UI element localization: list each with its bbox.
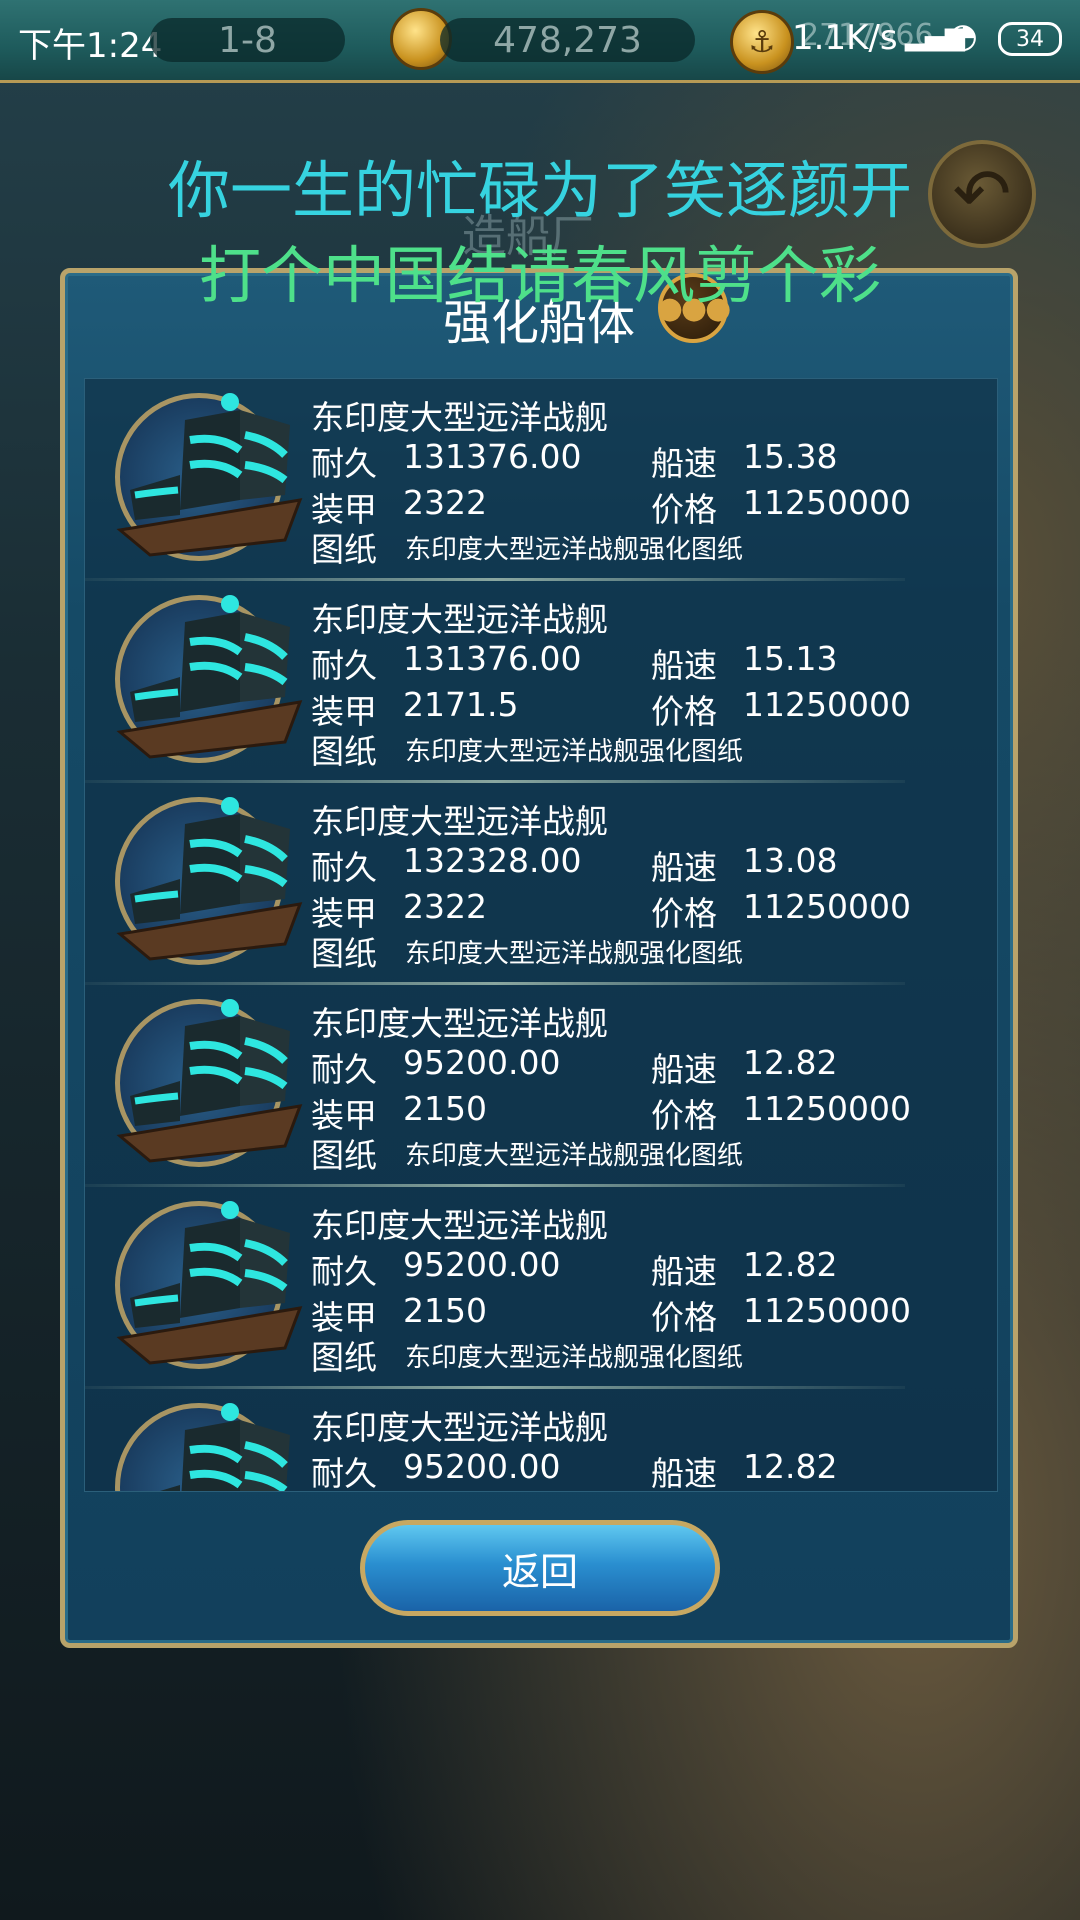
ship-name: 东印度大型远洋战舰 (311, 1004, 608, 1043)
battery-icon: 34 (998, 22, 1062, 56)
durability-label: 耐久 (311, 444, 377, 483)
battery-level: 34 (1016, 26, 1044, 52)
speed-value: 12.82 (743, 1043, 838, 1082)
ship-name: 东印度大型远洋战舰 (311, 1408, 608, 1447)
durability-label: 耐久 (311, 1252, 377, 1291)
ship-list[interactable]: 东印度大型远洋战舰 耐久 131376.00 船速 15.38 装甲 2322 … (84, 378, 998, 1492)
armor-value: 2150 (403, 1089, 487, 1128)
return-button-label: 返回 (501, 1549, 578, 1594)
ship-row[interactable]: 东印度大型远洋战舰 耐久 132328.00 船速 13.08 装甲 2322 … (85, 783, 997, 985)
durability-label: 耐久 (311, 848, 377, 887)
price-value: 11250000 (743, 887, 911, 926)
durability-value: 95200.00 (403, 1043, 561, 1082)
price-label: 价格 (651, 490, 717, 529)
speed-label: 船速 (651, 1252, 717, 1291)
armor-value: 2171.5 (403, 685, 519, 724)
durability-label: 耐久 (311, 646, 377, 685)
price-label: 价格 (651, 1096, 717, 1135)
speed-label: 船速 (651, 646, 717, 685)
blueprint-value: 东印度大型远洋战舰强化图纸 (405, 737, 744, 767)
ship-icon (115, 393, 303, 561)
blueprint-label: 图纸 (311, 1338, 377, 1377)
ship-name: 东印度大型远洋战舰 (311, 398, 608, 437)
ship-row[interactable]: 东印度大型远洋战舰 耐久 95200.00 船速 12.82 装甲 2150 价… (85, 1187, 997, 1389)
armor-value: 2322 (403, 887, 487, 926)
blueprint-label: 图纸 (311, 934, 377, 973)
price-label: 价格 (651, 1298, 717, 1337)
durability-label: 耐久 (311, 1050, 377, 1089)
durability-value: 132328.00 (403, 841, 582, 880)
top-resource-bar: 下午1:24 1-8 478,273 ⚓ 2717966 1.1K/s ▂▄▆ … (0, 0, 1080, 83)
price-value: 11250000 (743, 1089, 911, 1128)
blueprint-value: 东印度大型远洋战舰强化图纸 (405, 535, 744, 565)
blueprint-value: 东印度大型远洋战舰强化图纸 (405, 1343, 744, 1373)
ship-icon (115, 1201, 303, 1369)
anchor-coin-icon[interactable]: ⚓ (730, 10, 794, 74)
ship-name: 东印度大型远洋战舰 (311, 1206, 608, 1245)
ship-icon (115, 595, 303, 763)
speed-value: 15.13 (743, 639, 838, 678)
currency-value: 478,273 (493, 19, 642, 61)
speed-label: 船速 (651, 1454, 717, 1492)
ship-icon (115, 797, 303, 965)
speed-label: 船速 (651, 1050, 717, 1089)
armor-value: 2322 (403, 483, 487, 522)
ship-icon (115, 1403, 290, 1491)
network-speed: 1.1K/s (792, 18, 898, 58)
durability-value: 131376.00 (403, 639, 582, 678)
price-value: 11250000 (743, 685, 911, 724)
speed-value: 13.08 (743, 841, 838, 880)
blueprint-label: 图纸 (311, 1136, 377, 1175)
speed-label: 船速 (651, 444, 717, 483)
ship-row[interactable]: 东印度大型远洋战舰 耐久 95200.00 船速 12.82 (85, 1389, 997, 1492)
blueprint-label: 图纸 (311, 732, 377, 771)
durability-value: 95200.00 (403, 1245, 561, 1284)
durability-label: 耐久 (311, 1454, 377, 1492)
lyric-line-2: 打个中国结请春风剪个彩 (198, 239, 881, 312)
status-time: 下午1:24 (18, 26, 163, 66)
ship-row[interactable]: 东印度大型远洋战舰 耐久 95200.00 船速 12.82 装甲 2150 价… (85, 985, 997, 1187)
blueprint-value: 东印度大型远洋战舰强化图纸 (405, 1141, 744, 1171)
ship-row[interactable]: 东印度大型远洋战舰 耐久 131376.00 船速 15.13 装甲 2171.… (85, 581, 997, 783)
price-label: 价格 (651, 692, 717, 731)
durability-value: 95200.00 (403, 1447, 561, 1486)
speed-label: 船速 (651, 848, 717, 887)
speed-value: 12.82 (743, 1447, 838, 1486)
speed-value: 12.82 (743, 1245, 838, 1284)
armor-value: 2150 (403, 1291, 487, 1330)
ship-name: 东印度大型远洋战舰 (311, 600, 608, 639)
return-button[interactable]: 返回 (360, 1520, 720, 1616)
ship-row[interactable]: 东印度大型远洋战舰 耐久 131376.00 船速 15.38 装甲 2322 … (85, 379, 997, 581)
price-value: 11250000 (743, 1291, 911, 1330)
lyric-line-1: 你一生的忙碌为了笑逐颜开 (167, 154, 912, 227)
level-indicator[interactable]: 1-8 (150, 18, 345, 62)
speed-value: 15.38 (743, 437, 838, 476)
price-label: 价格 (651, 894, 717, 933)
price-value: 11250000 (743, 483, 911, 522)
blueprint-value: 东印度大型远洋战舰强化图纸 (405, 939, 744, 969)
wifi-icon: ◔ (948, 16, 978, 56)
ship-name: 东印度大型远洋战舰 (311, 802, 608, 841)
ship-icon (115, 999, 303, 1167)
level-text: 1-8 (218, 19, 277, 61)
durability-value: 131376.00 (403, 437, 582, 476)
currency-display: 478,273 (440, 18, 695, 62)
blueprint-label: 图纸 (311, 530, 377, 569)
